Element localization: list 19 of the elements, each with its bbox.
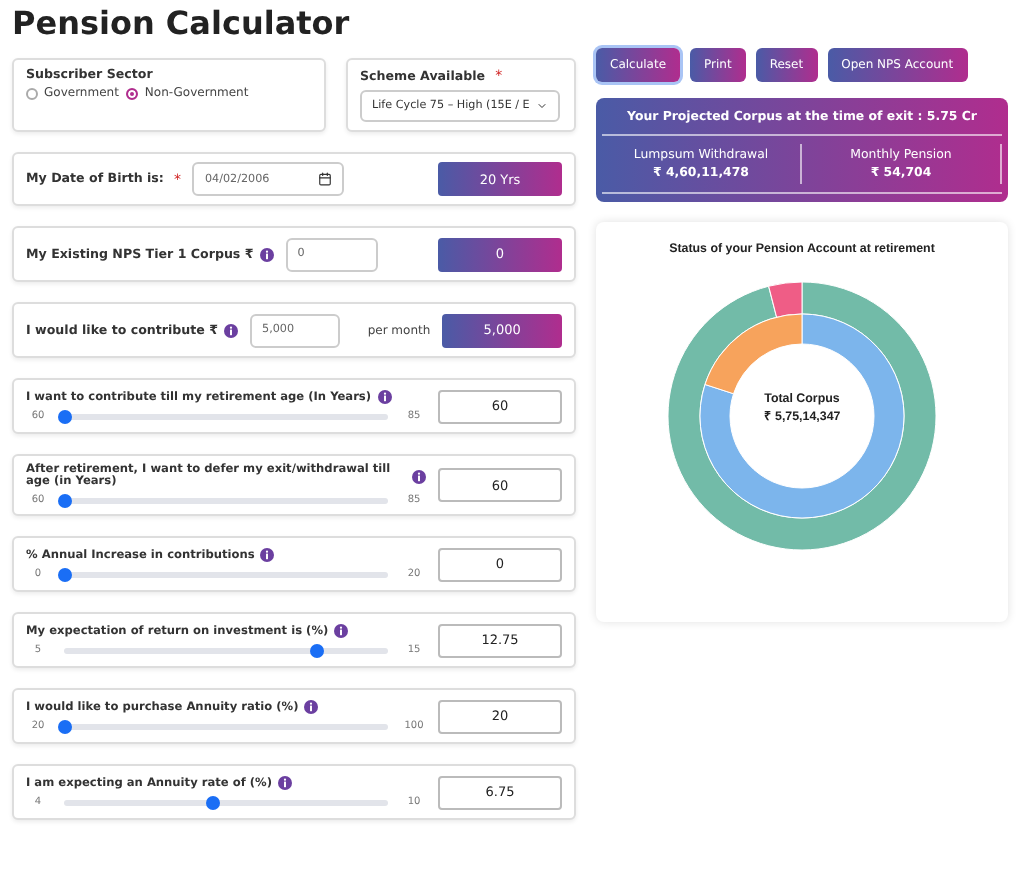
slider-thumb[interactable] [58, 409, 72, 423]
info-icon[interactable] [260, 548, 275, 562]
page-title: Pension Calculator [12, 4, 352, 42]
radio-button[interactable] [126, 87, 139, 99]
slider-thumb[interactable] [58, 719, 72, 733]
radio-button[interactable] [26, 87, 38, 99]
info-icon[interactable] [278, 776, 292, 790]
info-icon[interactable] [377, 390, 392, 404]
slider-thumb[interactable] [309, 643, 324, 657]
info-icon[interactable] [224, 323, 239, 337]
info-icon[interactable] [412, 469, 426, 483]
info-icon[interactable] [304, 700, 319, 714]
slider-thumb[interactable] [206, 795, 221, 809]
calendar-icon [318, 172, 333, 186]
slider-thumb[interactable] [58, 567, 72, 581]
chevron-down-icon [536, 100, 548, 112]
info-icon[interactable] [259, 247, 274, 261]
slider-thumb[interactable] [58, 493, 72, 507]
info-icon[interactable] [334, 624, 349, 638]
